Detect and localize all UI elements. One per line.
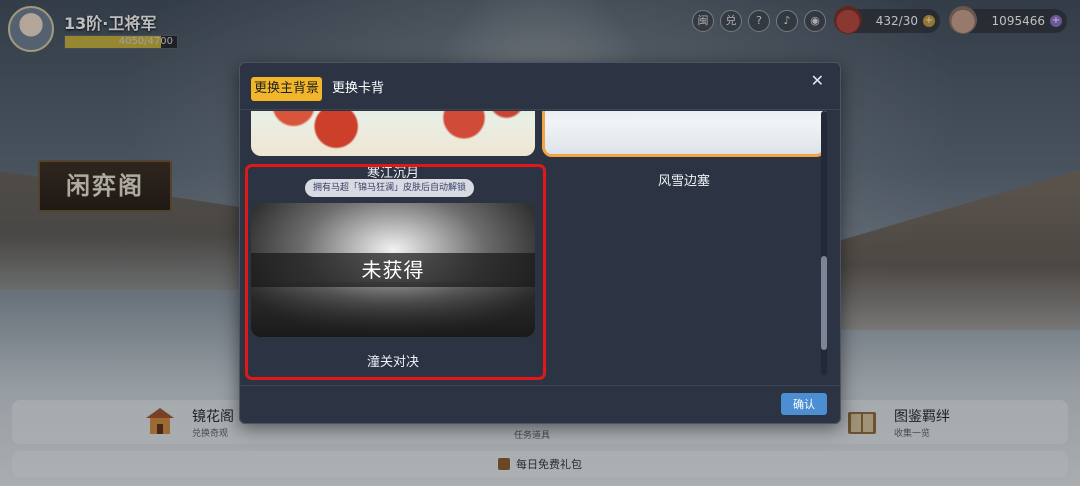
- footer-divider: [240, 385, 840, 386]
- confirm-button[interactable]: 确认: [781, 393, 827, 415]
- bg-thumbnail-selected: [542, 111, 826, 157]
- bg-card-tongguan-duel[interactable]: 拥有马超「锦马狂澜」皮肤后自动解锁 未获得 潼关对决: [251, 169, 535, 370]
- tab-main-background[interactable]: 更换主背景: [251, 77, 323, 101]
- scrollbar[interactable]: [821, 111, 827, 375]
- bg-thumbnail-locked: 未获得: [251, 203, 535, 337]
- scrollbar-thumb[interactable]: [821, 255, 827, 350]
- background-picker-modal: ✕ 更换主背景 更换卡背 寒江沉月 风雪边塞 拥有马超「锦马狂澜」皮肤后自动解锁…: [239, 62, 841, 424]
- background-grid: 寒江沉月 风雪边塞 拥有马超「锦马狂澜」皮肤后自动解锁 未获得 潼关对决: [246, 111, 826, 379]
- not-obtained-overlay: 未获得: [251, 253, 535, 287]
- bg-card-snow-frontier[interactable]: 风雪边塞: [542, 111, 826, 189]
- battle-ground: [251, 282, 535, 337]
- tab-card-back[interactable]: 更换卡背: [329, 77, 387, 101]
- bg-card-label: 潼关对决: [366, 355, 419, 370]
- tab-divider: [240, 109, 840, 110]
- bg-card-label: 风雪边塞: [657, 174, 710, 189]
- close-icon[interactable]: ✕: [811, 71, 824, 90]
- bg-thumbnail: [251, 111, 535, 156]
- unlock-hint-badge: 拥有马超「锦马狂澜」皮肤后自动解锁: [305, 179, 475, 197]
